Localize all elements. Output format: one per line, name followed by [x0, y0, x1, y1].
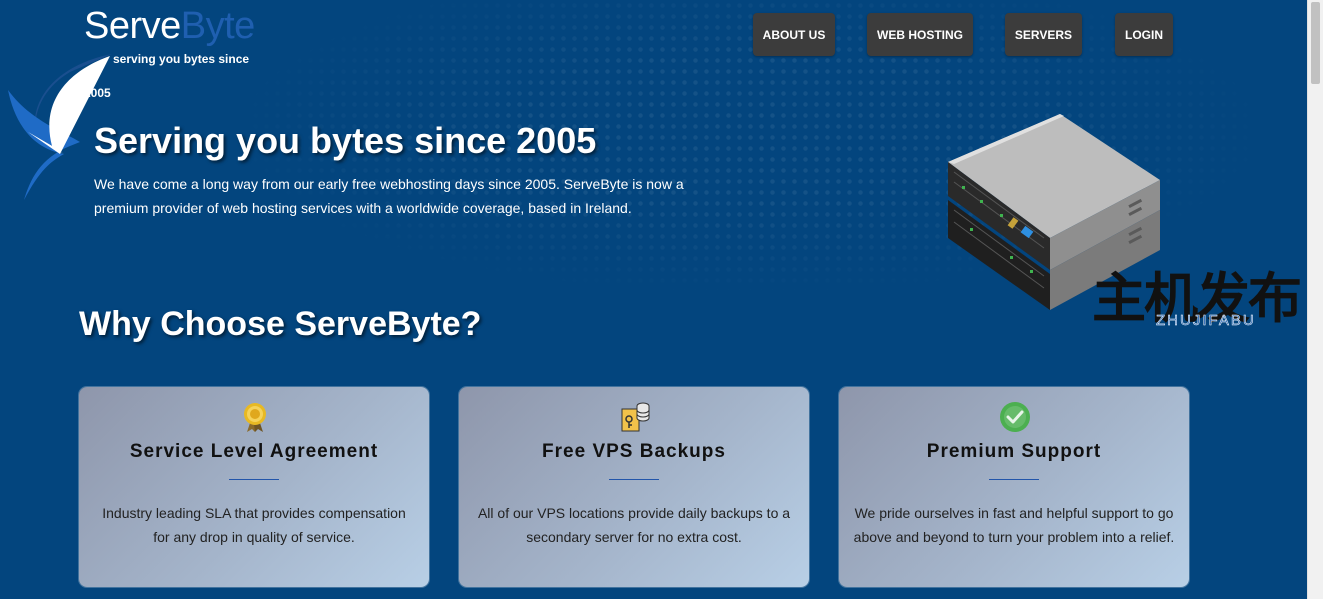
feature-description: We pride ourselves in fast and helpful s… [853, 505, 1175, 545]
feature-card-backups: Free VPS Backups All of our VPS location… [459, 387, 809, 587]
feature-title: Free VPS Backups [542, 441, 726, 462]
hero-description: We have come a long way from our early f… [94, 176, 684, 216]
feature-description: All of our VPS locations provide daily b… [477, 505, 791, 545]
logo-tagline: serving you bytes since [113, 52, 250, 66]
watermark: 主机发布 ZHUJIFABU [1092, 268, 1302, 334]
divider [989, 479, 1039, 480]
logo-tagline-year: 2005 [84, 86, 111, 100]
feature-description: Industry leading SLA that provides compe… [102, 505, 406, 545]
logo-text-serve: Serve [84, 5, 181, 47]
divider [229, 479, 279, 480]
divider [609, 479, 659, 480]
nav-servers-button[interactable]: SERVERS [1005, 13, 1082, 56]
logo-text-byte: Byte [180, 5, 256, 47]
feature-card-support: Premium Support We pride ourselves in fa… [839, 387, 1189, 587]
support-check-icon [1000, 402, 1030, 432]
page-scrollbar[interactable] [1307, 0, 1323, 599]
watermark-latin-text: ZHUJIFABU [1156, 312, 1256, 330]
nav-about-us-button[interactable]: ABOUT US [753, 13, 835, 56]
scrollbar-thumb[interactable] [1311, 2, 1320, 84]
section-title: Why Choose ServeByte? [79, 305, 482, 343]
hero-title: Serving you bytes since 2005 [94, 120, 597, 161]
feature-title: Service Level Agreement [129, 441, 379, 462]
nav-login-button[interactable]: LOGIN [1115, 13, 1173, 56]
feature-card-sla: Service Level Agreement Industry leading… [79, 387, 429, 587]
award-medal-icon [244, 403, 266, 432]
nav-web-hosting-button[interactable]: WEB HOSTING [867, 13, 973, 56]
feature-title: Premium Support [926, 441, 1102, 462]
backup-database-icon [621, 402, 650, 432]
logo[interactable]: ServeByte [84, 4, 255, 48]
